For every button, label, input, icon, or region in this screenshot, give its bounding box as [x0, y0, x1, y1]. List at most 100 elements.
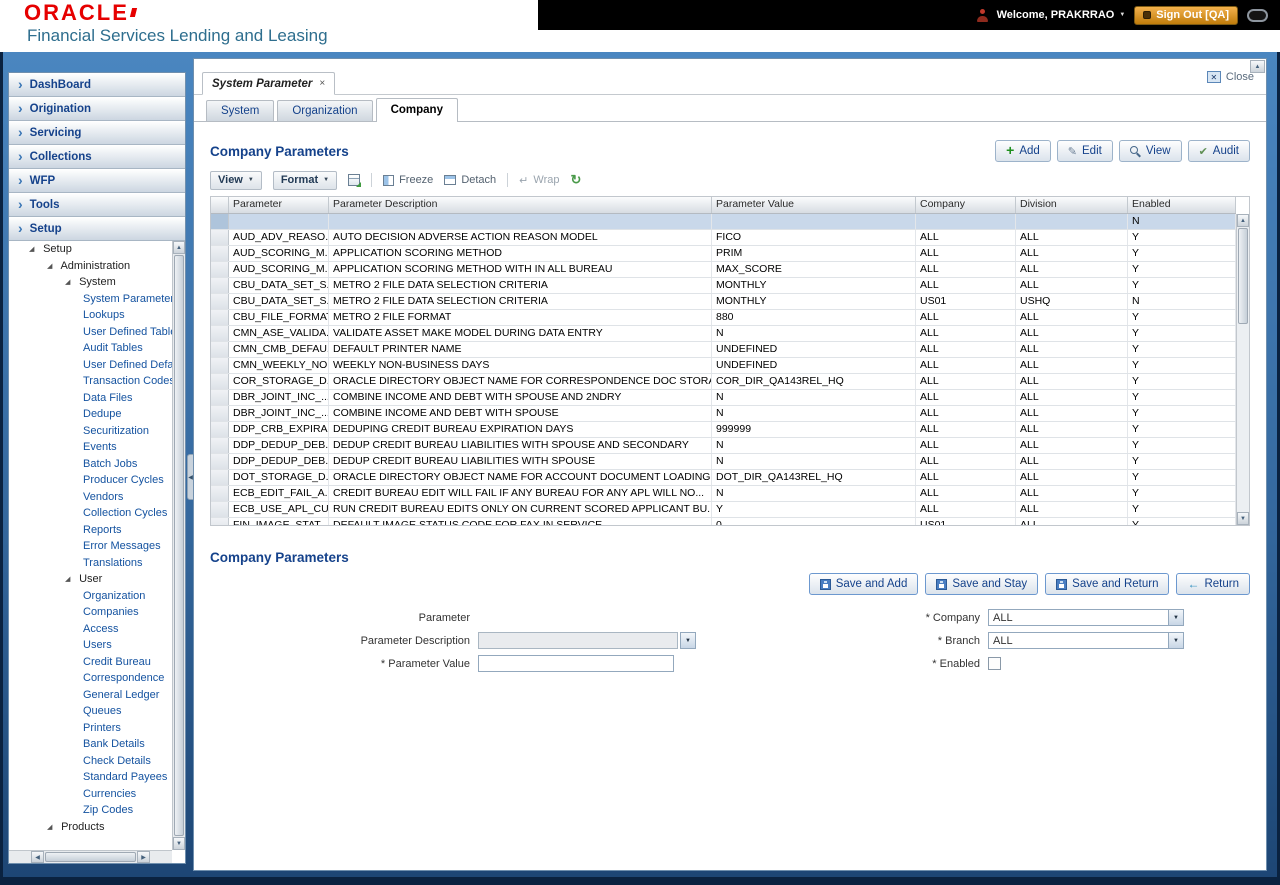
table-vertical-scrollbar[interactable]: ▲ ▼	[1236, 214, 1249, 525]
table-row[interactable]: DDP_DEDUP_DEB... DEDUP CREDIT BUREAU LIA…	[211, 454, 1236, 470]
scrollbar-thumb[interactable]	[1238, 228, 1248, 324]
scroll-down-button[interactable]: ▼	[1237, 512, 1249, 525]
tree-item[interactable]: User Defined Tables	[9, 324, 185, 341]
row-selector-cell[interactable]	[211, 502, 229, 517]
row-selector-cell[interactable]	[211, 422, 229, 437]
action-button[interactable]: View	[1119, 140, 1182, 162]
row-selector-cell[interactable]	[211, 470, 229, 485]
enabled-checkbox[interactable]	[988, 657, 1001, 670]
page-scroll-up-button[interactable]: ▲	[1250, 60, 1265, 73]
sidebar-section[interactable]: Tools	[9, 193, 185, 217]
sidebar-section[interactable]: WFP	[9, 169, 185, 193]
sidebar-vertical-scrollbar[interactable]: ▲ ▼	[172, 241, 185, 850]
subtab[interactable]: Organization	[277, 100, 372, 121]
tree-item[interactable]: Printers	[9, 720, 185, 737]
view-menu-button[interactable]: View ▼	[210, 171, 262, 190]
sidebar-section[interactable]: Collections	[9, 145, 185, 169]
table-row[interactable]: CBU_DATA_SET_S... METRO 2 FILE DATA SELE…	[211, 294, 1236, 310]
column-header-parameter[interactable]: Parameter	[229, 197, 329, 213]
row-selector-cell[interactable]	[211, 262, 229, 277]
column-header-description[interactable]: Parameter Description	[329, 197, 712, 213]
row-selector-cell[interactable]	[211, 294, 229, 309]
refresh-icon[interactable]	[570, 171, 581, 189]
save-button[interactable]: Return	[1176, 573, 1250, 595]
row-selector-cell[interactable]	[211, 406, 229, 421]
column-header-value[interactable]: Parameter Value	[712, 197, 916, 213]
sidebar-section[interactable]: DashBoard	[9, 73, 185, 97]
detach-button[interactable]: Detach	[444, 174, 496, 186]
tree-item[interactable]: Organization	[9, 588, 185, 605]
sidebar-horizontal-scrollbar[interactable]: ◀ ▶	[9, 850, 172, 863]
table-row[interactable]: DOT_STORAGE_D... ORACLE DIRECTORY OBJECT…	[211, 470, 1236, 486]
row-selector-cell[interactable]	[211, 358, 229, 373]
row-selector-cell[interactable]	[211, 518, 229, 525]
action-button[interactable]: Edit	[1057, 140, 1113, 162]
tree-item[interactable]: User Defined Defaults	[9, 357, 185, 374]
tree-item[interactable]: Standard Payees	[9, 769, 185, 786]
row-selector-cell[interactable]	[211, 374, 229, 389]
scroll-right-button[interactable]: ▶	[137, 851, 150, 863]
scrollbar-thumb[interactable]	[174, 255, 184, 836]
query-by-example-icon[interactable]	[348, 174, 360, 186]
column-header-enabled[interactable]: Enabled	[1128, 197, 1236, 213]
table-row[interactable]: ECB_EDIT_FAIL_A... CREDIT BUREAU EDIT WI…	[211, 486, 1236, 502]
row-selector-cell[interactable]	[211, 230, 229, 245]
tree-item[interactable]: System	[9, 274, 185, 291]
table-row[interactable]: CMN_CMB_DEFAU... DEFAULT PRINTER NAME UN…	[211, 342, 1236, 358]
tree-item[interactable]: System Parameters	[9, 291, 185, 308]
table-row[interactable]: AUD_SCORING_M... APPLICATION SCORING MET…	[211, 246, 1236, 262]
tree-item[interactable]: Companies	[9, 604, 185, 621]
tree-item[interactable]: Zip Codes	[9, 802, 185, 819]
tab-system-parameter[interactable]: System Parameter ×	[202, 72, 335, 95]
tree-item[interactable]: Audit Tables	[9, 340, 185, 357]
table-row[interactable]: DBR_JOINT_INC_... COMBINE INCOME AND DEB…	[211, 390, 1236, 406]
tab-close-icon[interactable]: ×	[319, 78, 325, 89]
table-row[interactable]: AUD_SCORING_M... APPLICATION SCORING MET…	[211, 262, 1236, 278]
scroll-up-button[interactable]: ▲	[1237, 214, 1249, 227]
scroll-left-button[interactable]: ◀	[31, 851, 44, 863]
subtab[interactable]: System	[206, 100, 274, 121]
column-header-company[interactable]: Company	[916, 197, 1016, 213]
table-row[interactable]: DBR_JOINT_INC_... COMBINE INCOME AND DEB…	[211, 406, 1236, 422]
table-row[interactable]: DDP_DEDUP_DEB... DEDUP CREDIT BUREAU LIA…	[211, 438, 1236, 454]
parameter-description-input[interactable]	[478, 632, 678, 649]
column-header-division[interactable]: Division	[1016, 197, 1128, 213]
row-selector-cell[interactable]	[211, 438, 229, 453]
tree-item[interactable]: User	[9, 571, 185, 588]
subtab[interactable]: Company	[376, 98, 458, 122]
row-selector-cell[interactable]	[211, 454, 229, 469]
save-button[interactable]: Save and Stay	[925, 573, 1038, 595]
tree-item[interactable]: Currencies	[9, 786, 185, 803]
tree-item[interactable]: Products	[9, 819, 185, 836]
action-button[interactable]: Audit	[1188, 140, 1250, 162]
row-selector-cell[interactable]	[211, 390, 229, 405]
freeze-button[interactable]: Freeze	[383, 174, 433, 186]
action-button[interactable]: Add	[995, 140, 1051, 162]
tree-item[interactable]: Credit Bureau	[9, 654, 185, 671]
tree-item[interactable]: Bank Details	[9, 736, 185, 753]
table-row[interactable]: ECB_USE_APL_CU... RUN CREDIT BUREAU EDIT…	[211, 502, 1236, 518]
tree-item[interactable]: Lookups	[9, 307, 185, 324]
tree-item[interactable]: Translations	[9, 555, 185, 572]
parameter-description-dropdown-button[interactable]: ▼	[680, 632, 696, 649]
tree-item[interactable]: Events	[9, 439, 185, 456]
save-button[interactable]: Save and Add	[809, 573, 919, 595]
row-selector-cell[interactable]	[211, 214, 229, 229]
sidebar-section[interactable]: Servicing	[9, 121, 185, 145]
tree-item[interactable]: Collection Cycles	[9, 505, 185, 522]
sidebar-section[interactable]: Setup	[9, 217, 185, 241]
tree-item[interactable]: Administration	[9, 258, 185, 275]
parameter-value-input[interactable]	[478, 655, 674, 672]
row-selector-cell[interactable]	[211, 342, 229, 357]
welcome-menu[interactable]: Welcome, PRAKRRAO ▼	[997, 9, 1126, 21]
tree-item[interactable]: Queues	[9, 703, 185, 720]
tree-item[interactable]: Producer Cycles	[9, 472, 185, 489]
table-row[interactable]: COR_STORAGE_D... ORACLE DIRECTORY OBJECT…	[211, 374, 1236, 390]
sidebar-section[interactable]: Origination	[9, 97, 185, 121]
row-selector-cell[interactable]	[211, 278, 229, 293]
tree-item[interactable]: Users	[9, 637, 185, 654]
table-row[interactable]: CMN_ASE_VALIDA... VALIDATE ASSET MAKE MO…	[211, 326, 1236, 342]
tree-item[interactable]: Error Messages	[9, 538, 185, 555]
branch-select[interactable]: ALL ▼	[988, 632, 1184, 649]
table-row[interactable]: CBU_FILE_FORMAT METRO 2 FILE FORMAT 880 …	[211, 310, 1236, 326]
